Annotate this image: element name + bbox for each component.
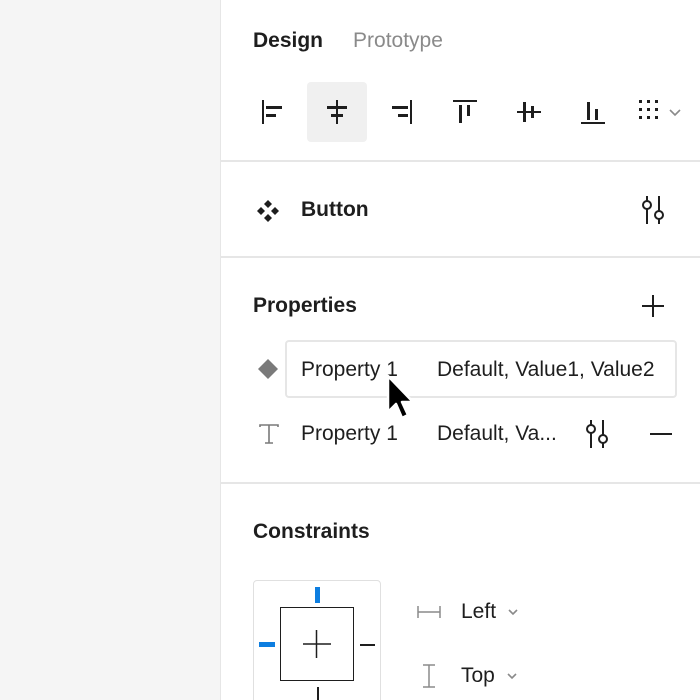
align-left-icon bbox=[262, 100, 282, 124]
canvas-area[interactable] bbox=[0, 0, 220, 700]
remove-property-button[interactable] bbox=[645, 420, 677, 448]
vertical-constraint-dropdown[interactable]: Top bbox=[461, 661, 519, 691]
tab-design[interactable]: Design bbox=[253, 24, 323, 58]
align-vertical-center-icon bbox=[517, 102, 541, 122]
plus-icon bbox=[642, 295, 664, 317]
property-name[interactable]: Property 1 bbox=[301, 355, 398, 385]
adjust-sliders-icon bbox=[586, 420, 608, 448]
align-top-icon bbox=[453, 100, 477, 123]
plus-icon[interactable] bbox=[281, 608, 352, 679]
align-right-icon bbox=[392, 100, 412, 124]
add-property-button[interactable] bbox=[639, 292, 667, 320]
constraint-bottom-handle[interactable] bbox=[317, 687, 319, 700]
divider bbox=[221, 482, 700, 484]
component-icon bbox=[255, 198, 281, 224]
align-bottom-icon bbox=[581, 102, 605, 124]
minus-icon bbox=[650, 433, 672, 435]
constraint-top-handle-active[interactable] bbox=[315, 587, 320, 603]
divider bbox=[221, 256, 700, 258]
chevron-down-icon bbox=[669, 109, 681, 117]
properties-title: Properties bbox=[253, 294, 357, 317]
align-left-button[interactable] bbox=[243, 82, 303, 142]
panel-tabs: Design Prototype bbox=[253, 24, 443, 58]
adjust-sliders-icon bbox=[642, 196, 664, 224]
constraint-right-handle[interactable] bbox=[360, 644, 375, 646]
align-top-button[interactable] bbox=[435, 82, 495, 142]
chevron-down-icon bbox=[505, 669, 519, 683]
constraint-target-box bbox=[280, 607, 354, 681]
constraints-widget bbox=[253, 580, 381, 700]
constraint-left-handle-active[interactable] bbox=[259, 642, 275, 647]
horizontal-constraint-dropdown[interactable]: Left bbox=[461, 597, 520, 627]
variant-diamond-icon bbox=[257, 358, 279, 380]
text-type-icon bbox=[257, 422, 281, 446]
alignment-toolbar bbox=[243, 82, 683, 142]
property-value[interactable]: Default, Va... bbox=[437, 419, 557, 449]
chevron-down-icon bbox=[506, 605, 520, 619]
constraints-title: Constraints bbox=[253, 520, 370, 543]
divider bbox=[221, 160, 700, 162]
property-settings-button[interactable] bbox=[579, 416, 615, 452]
horizontal-constraint-value: Left bbox=[461, 600, 497, 623]
align-right-button[interactable] bbox=[371, 82, 431, 142]
align-vertical-center-button[interactable] bbox=[499, 82, 559, 142]
property-value[interactable]: Default, Value1, Value2 bbox=[437, 355, 655, 385]
align-horizontal-center-button[interactable] bbox=[307, 82, 367, 142]
distribute-grid-icon bbox=[639, 100, 658, 119]
vertical-constraint-value: Top bbox=[461, 664, 495, 687]
tab-prototype[interactable]: Prototype bbox=[353, 24, 443, 58]
distribute-dropdown[interactable] bbox=[667, 82, 683, 142]
component-settings-button[interactable] bbox=[635, 192, 671, 228]
align-bottom-button[interactable] bbox=[563, 82, 623, 142]
horizontal-constraint-icon bbox=[417, 602, 441, 622]
design-panel: Design Prototype Button Properties Prope… bbox=[220, 0, 700, 700]
vertical-constraint-icon bbox=[421, 663, 437, 689]
property-name[interactable]: Property 1 bbox=[301, 419, 398, 449]
component-name: Button bbox=[301, 198, 369, 221]
align-horizontal-center-icon bbox=[327, 100, 347, 124]
